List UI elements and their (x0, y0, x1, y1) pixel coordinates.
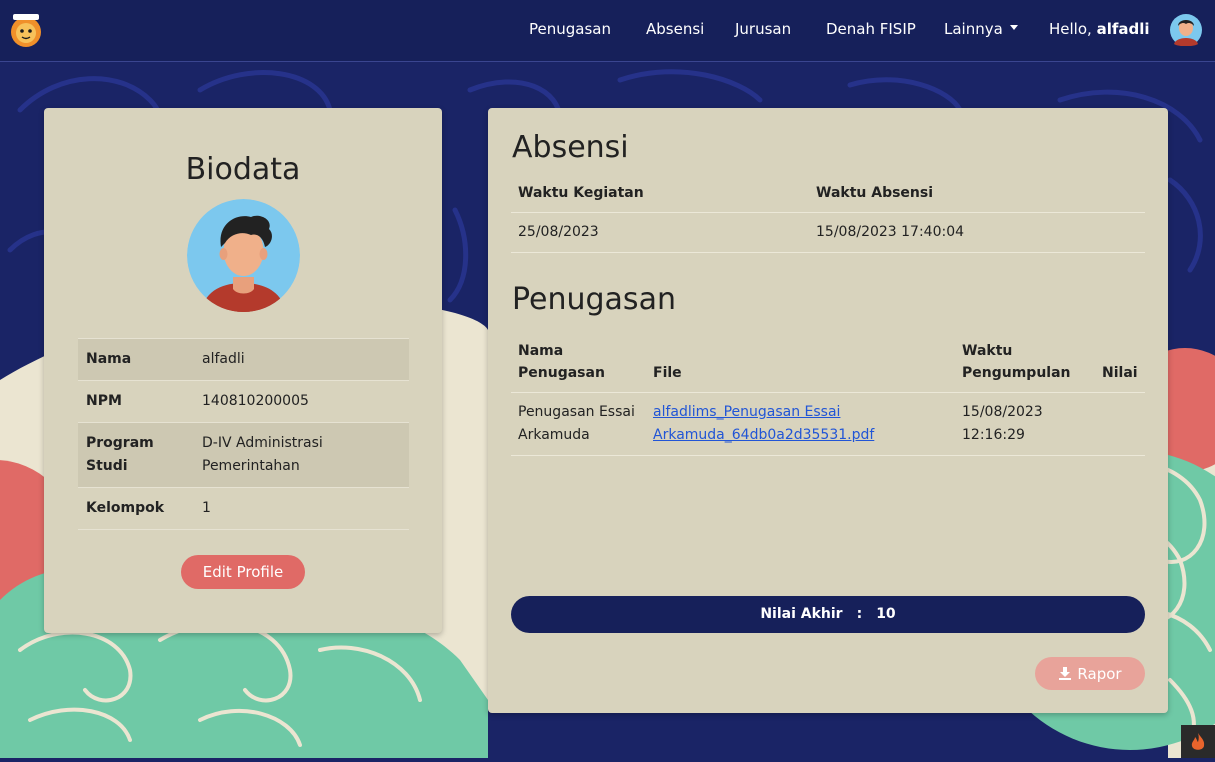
top-navbar: Penugasan Absensi Jurusan Denah FISIP La… (0, 0, 1215, 62)
column-header: File (646, 332, 955, 393)
greeting-text: Hello, (1049, 20, 1092, 38)
file-cell: alfadlims_Penugasan Essai Arkamuda_64db0… (646, 392, 955, 456)
username: alfadli (1096, 20, 1150, 38)
nav-jurusan[interactable]: Jurusan (735, 20, 791, 38)
nav-absensi[interactable]: Absensi (646, 20, 704, 38)
column-header: Waktu Pengumpulan (955, 332, 1095, 393)
table-header-row: Nama Penugasan File Waktu Pengumpulan Ni… (511, 332, 1145, 393)
nav-lainnya-label: Lainnya (944, 20, 1003, 38)
column-header: Nama Penugasan (511, 332, 646, 393)
table-cell: 15/08/2023 17:40:04 (809, 212, 1145, 253)
corner-widget[interactable] (1181, 725, 1215, 758)
absensi-card: Absensi Waktu Kegiatan Waktu Absensi 25/… (488, 108, 1168, 713)
file-link[interactable]: alfadlims_Penugasan Essai Arkamuda_64db0… (653, 404, 874, 443)
table-row: Program Studi D-IV Administrasi Pemerinta… (78, 422, 409, 488)
field-value: 1 (194, 487, 409, 530)
download-icon (1059, 666, 1072, 680)
penugasan-title: Penugasan (512, 282, 676, 317)
chevron-down-icon (1009, 25, 1018, 30)
score-cell (1095, 392, 1145, 456)
field-label: NPM (78, 380, 194, 423)
table-row: NPM 140810200005 (78, 380, 409, 423)
biodata-title: Biodata (185, 152, 301, 187)
submission-time: 15/08/2023 12:16:29 (955, 392, 1095, 456)
final-score-bar: Nilai Akhir:10 (511, 596, 1145, 633)
rapor-label: Rapor (1077, 664, 1122, 683)
field-value: 140810200005 (194, 380, 409, 423)
download-rapor-button[interactable]: Rapor (1035, 657, 1145, 690)
flame-icon (1191, 733, 1205, 750)
final-score-separator: : (856, 606, 863, 622)
user-avatar[interactable] (1170, 14, 1202, 46)
field-label: Program Studi (78, 422, 194, 488)
field-value: D-IV Administrasi Pemerintahan (194, 422, 409, 488)
absensi-table: Waktu Kegiatan Waktu Absensi 25/08/2023 … (511, 174, 1145, 253)
table-row: Nama alfadli (78, 338, 409, 381)
final-score-value: 10 (876, 606, 896, 622)
table-row: Penugasan Essai Arkamuda alfadlims_Penug… (511, 392, 1145, 456)
biodata-table: Nama alfadli NPM 140810200005 Program Stud… (78, 338, 409, 530)
site-logo[interactable] (9, 11, 43, 49)
column-header: Waktu Kegiatan (511, 174, 809, 213)
edit-profile-button[interactable]: Edit Profile (181, 555, 305, 589)
nav-denah-fisip[interactable]: Denah FISIP (826, 20, 916, 38)
final-score-label: Nilai Akhir (760, 606, 843, 622)
absensi-title: Absensi (512, 130, 629, 165)
column-header: Waktu Absensi (809, 174, 1145, 213)
nav-lainnya-dropdown[interactable]: Lainnya (944, 20, 1018, 38)
table-header-row: Waktu Kegiatan Waktu Absensi (511, 174, 1145, 213)
nav-penugasan[interactable]: Penugasan (529, 20, 611, 38)
penugasan-table: Nama Penugasan File Waktu Pengumpulan Ni… (511, 332, 1145, 456)
user-greeting[interactable]: Hello, alfadli (1049, 20, 1150, 38)
column-header: Nilai (1095, 332, 1145, 393)
field-label: Kelompok (78, 487, 194, 530)
field-label: Nama (78, 338, 194, 381)
biodata-card: Biodata Nama alfadli NPM 140810200005 Prog… (44, 108, 442, 633)
assignment-name: Penugasan Essai Arkamuda (511, 392, 646, 456)
field-value: alfadli (194, 338, 409, 381)
table-row: Kelompok 1 (78, 487, 409, 530)
profile-avatar (187, 199, 300, 312)
table-cell: 25/08/2023 (511, 212, 809, 253)
table-row: 25/08/2023 15/08/2023 17:40:04 (511, 212, 1145, 253)
